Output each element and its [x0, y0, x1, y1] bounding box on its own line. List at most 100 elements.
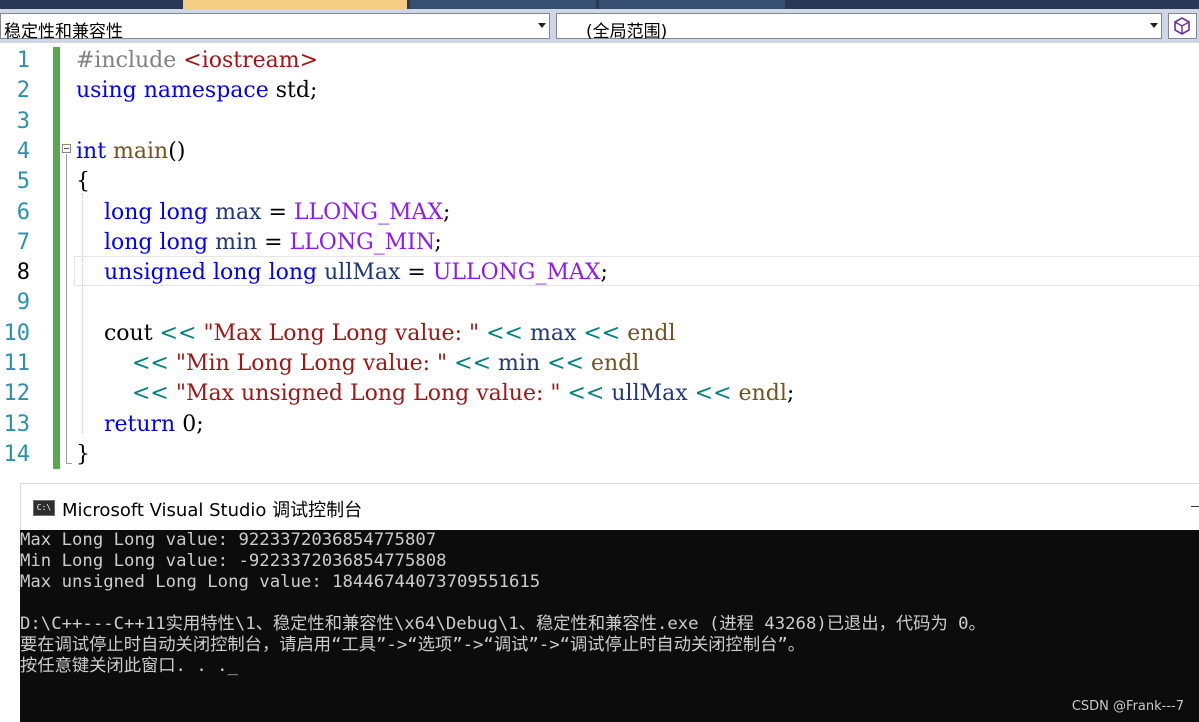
- code-token: <<: [486, 320, 523, 346]
- code-token: max: [529, 320, 577, 346]
- console-title: Microsoft Visual Studio 调试控制台: [62, 500, 363, 521]
- code-token: using: [76, 78, 137, 104]
- code-token: min: [498, 351, 541, 376]
- chevron-down-icon: [538, 23, 546, 28]
- code-token: }: [76, 441, 90, 467]
- code-line[interactable]: 3: [0, 107, 1199, 137]
- code-token: return: [103, 411, 176, 437]
- code-token: unsigned: [103, 260, 207, 286]
- code-token: =: [261, 199, 294, 225]
- console-titlebar[interactable]: C:\ Microsoft Visual Studio 调试控制台: [20, 483, 1199, 530]
- code-token: ullMax: [611, 381, 688, 407]
- code-text: return 0;: [76, 410, 204, 440]
- code-line[interactable]: 7 long long min = LLONG_MIN;: [0, 228, 1199, 258]
- code-token: "Max unsigned Long Long value: ": [175, 381, 561, 407]
- code-line[interactable]: 10 cout << "Max Long Long value: " << ma…: [0, 319, 1199, 349]
- code-token: #include: [76, 48, 184, 73]
- code-token: min: [215, 229, 258, 255]
- code-line[interactable]: 13 return 0;: [0, 410, 1199, 440]
- code-text: << "Max unsigned Long Long value: " << u…: [76, 379, 794, 409]
- member-scope-value: (全局范围): [586, 22, 668, 42]
- line-number: 3: [16, 108, 30, 134]
- code-token: =: [400, 260, 433, 286]
- member-icon-button[interactable]: [1168, 13, 1197, 39]
- code-token: <<: [131, 351, 169, 376]
- watermark: CSDN @Frank---7: [1071, 699, 1184, 714]
- document-tab[interactable]: [599, 0, 785, 9]
- code-text: unsigned long long ullMax = ULLONG_MAX;: [76, 258, 608, 288]
- code-token: int: [76, 138, 107, 164]
- line-number: 4: [16, 138, 30, 164]
- code-token: <<: [159, 320, 197, 346]
- code-line[interactable]: 2 using namespace std;: [0, 76, 1199, 106]
- code-token: <<: [583, 320, 621, 346]
- cube-icon: [1174, 17, 1190, 35]
- project-scope-dropdown[interactable]: 稳定性和兼容性: [0, 13, 550, 42]
- member-scope-dropdown[interactable]: (全局范围): [556, 13, 1162, 42]
- code-token: ;: [786, 381, 795, 407]
- code-token: "Min Long Long value: ": [175, 351, 448, 376]
- code-token: <<: [454, 351, 492, 376]
- line-number: 11: [3, 351, 31, 376]
- code-token: LLONG_MAX: [293, 199, 444, 225]
- code-token: (): [168, 138, 186, 164]
- line-number: 12: [3, 381, 31, 407]
- code-text: #include <iostream>: [76, 46, 318, 76]
- code-token: main: [113, 138, 169, 164]
- code-token: long: [159, 199, 209, 225]
- code-line[interactable]: 14}: [0, 440, 1199, 470]
- line-number: 8: [16, 260, 30, 286]
- code-token: {: [76, 169, 90, 195]
- code-line[interactable]: 11 << "Min Long Long value: " << min << …: [0, 349, 1199, 379]
- line-number: 10: [3, 320, 31, 346]
- active-document-tab[interactable]: [183, 0, 407, 9]
- code-text: {: [76, 167, 90, 197]
- console-line: Max unsigned Long Long value: 1844674407…: [20, 572, 541, 592]
- console-line: Min Long Long value: -922337203685477580…: [20, 551, 447, 571]
- code-token: <<: [547, 351, 584, 376]
- code-editor[interactable]: 1 #include <iostream> 2 using namespace std…: [0, 43, 1199, 483]
- code-token: std;: [268, 78, 318, 104]
- code-line[interactable]: 12 << "Max unsigned Long Long value: " <…: [0, 379, 1199, 409]
- code-token: long: [213, 260, 262, 286]
- code-token: endl: [738, 381, 787, 407]
- code-line[interactable]: 5{: [0, 167, 1199, 197]
- code-text: long long max = LLONG_MAX;: [76, 198, 450, 228]
- code-token: <<: [567, 381, 605, 407]
- code-line[interactable]: 6 long long max = LLONG_MAX;: [0, 198, 1199, 228]
- document-tab[interactable]: [410, 0, 596, 9]
- code-token: <<: [131, 381, 169, 407]
- debug-console-window[interactable]: C:\ Microsoft Visual Studio 调试控制台 Max Lo…: [20, 483, 1199, 722]
- console-line: 要在调试停止时自动关闭控制台，请启用“工具”->“选项”->“调试”->“调试停…: [20, 635, 806, 655]
- code-line[interactable]: 8 unsigned long long ullMax = ULLONG_MAX…: [0, 258, 1199, 288]
- code-token: long: [103, 229, 153, 255]
- code-text: long long min = LLONG_MIN;: [76, 228, 442, 258]
- code-line[interactable]: 4 int main(): [0, 137, 1199, 167]
- minimize-icon[interactable]: [1191, 506, 1199, 507]
- code-token: "Max Long Long value: ": [203, 320, 480, 346]
- console-app-icon: C:\: [33, 500, 55, 516]
- code-line[interactable]: 1 #include <iostream>: [0, 46, 1199, 76]
- console-line: 按任意键关闭此窗口. . ._: [20, 656, 238, 676]
- code-token: ullMax: [324, 260, 401, 286]
- code-line[interactable]: 9: [0, 288, 1199, 318]
